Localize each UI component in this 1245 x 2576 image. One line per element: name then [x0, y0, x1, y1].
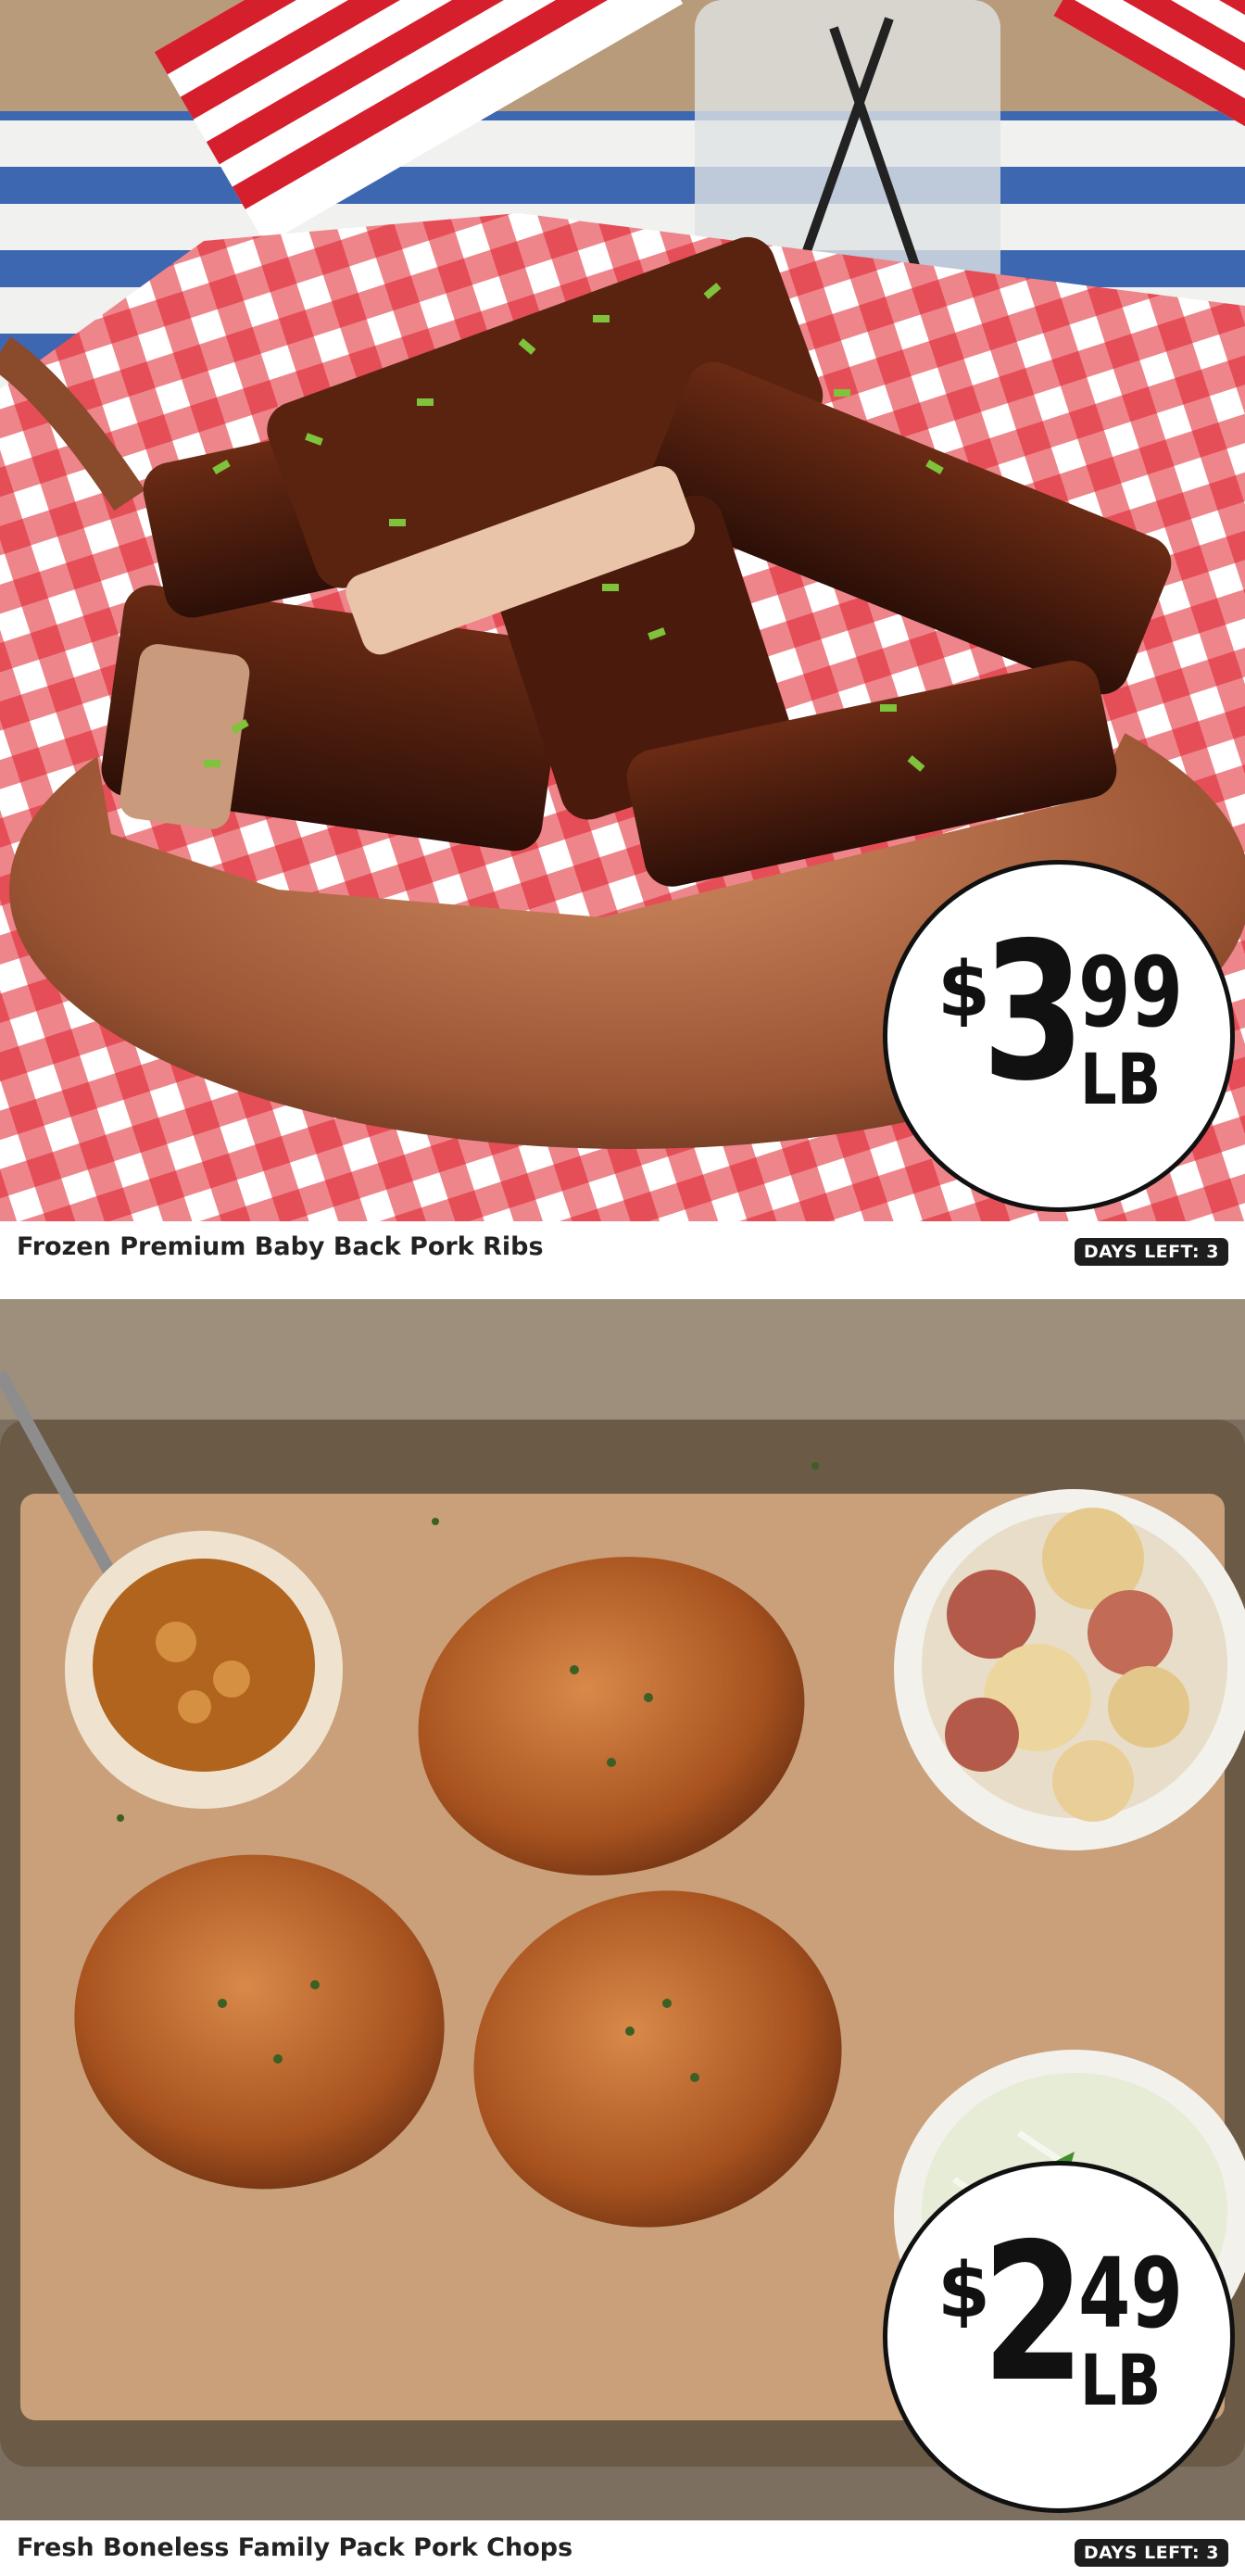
price-unit: LB — [1080, 2339, 1162, 2421]
product-title[interactable]: Fresh Boneless Family Pack Pork Chops — [17, 2533, 572, 2562]
price-badge: $ 3 99 LB — [883, 860, 1235, 1212]
price-unit: LB — [1080, 1038, 1162, 1120]
caption-row: Frozen Premium Baby Back Pork Ribs DAYS … — [0, 1221, 1245, 1272]
days-left-badge: DAYS LEFT: 3 — [1074, 1238, 1228, 1266]
days-left-badge: DAYS LEFT: 3 — [1074, 2539, 1228, 2567]
deal-card[interactable]: $ 2 49 LB Fresh Boneless Family Pack Por… — [0, 1299, 1245, 2576]
price-whole: 2 — [982, 2203, 1085, 2424]
price-whole: 3 — [982, 903, 1085, 1123]
product-title[interactable]: Frozen Premium Baby Back Pork Ribs — [17, 1232, 544, 1261]
caption-row: Fresh Boneless Family Pack Pork Chops DA… — [0, 2522, 1245, 2573]
deal-card[interactable]: $ 3 99 LB Frozen Premium Baby Back Pork … — [0, 0, 1245, 1274]
price-cents: 99 — [1078, 936, 1183, 1049]
price-badge: $ 2 49 LB — [883, 2161, 1235, 2513]
price-cents: 49 — [1078, 2237, 1183, 2350]
